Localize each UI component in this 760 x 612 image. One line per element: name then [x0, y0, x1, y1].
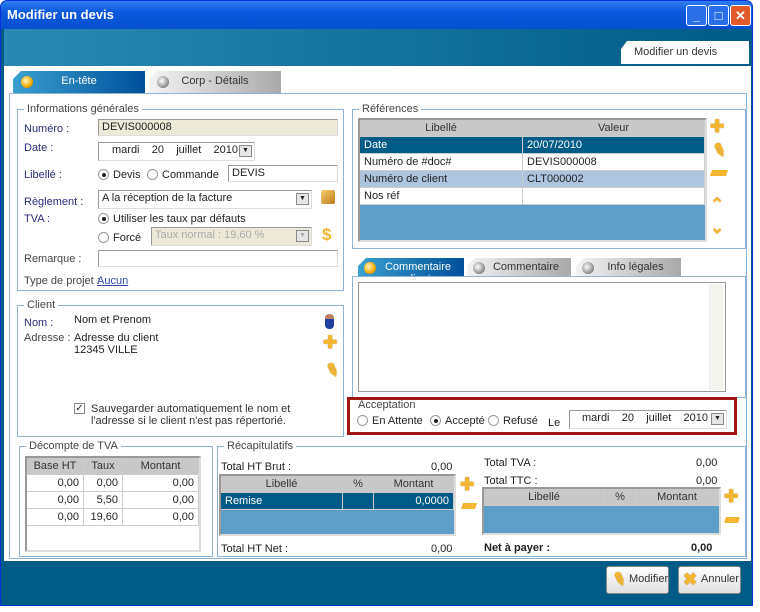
le-label: Le [548, 417, 561, 429]
radio-devis[interactable]: Devis [98, 169, 141, 181]
radio-en-attente[interactable]: En Attente [357, 415, 423, 427]
net-value: 0,00 [431, 543, 453, 555]
recap-legend: Récapitulatifs [227, 440, 294, 452]
remarque-label: Remarque : [24, 253, 82, 265]
save-label-2: l'adresse si le client n'est pas réperto… [91, 415, 286, 427]
numero-label: Numéro : [24, 123, 70, 135]
table-row[interactable]: Date 20/07/2010 [360, 137, 705, 154]
extra-grid: Libellé% Montant [482, 487, 721, 535]
minus-icon[interactable] [709, 170, 729, 176]
total-ttc-value: 0,00 [696, 475, 718, 487]
scrollbar[interactable] [709, 284, 724, 390]
tab-corp-details[interactable]: Corp - Détails [149, 71, 281, 93]
adresse-label: Adresse : [24, 332, 71, 344]
radio-tva-default[interactable]: Utiliser les taux par défauts [98, 213, 246, 225]
numero-field: DEVIS000008 [98, 119, 338, 136]
minus-icon[interactable] [460, 503, 478, 509]
client-address-2: 12345 VILLE [74, 344, 138, 356]
projet-link[interactable]: Aucun [97, 275, 128, 287]
header-tab: Modifier un devis [621, 41, 749, 64]
tva-count-legend: Décompte de TVA [29, 440, 118, 452]
tab-en-tete[interactable]: En-tête [13, 71, 145, 93]
net-payer-value: 0,00 [691, 542, 713, 554]
close-button[interactable]: ✕ [730, 5, 751, 26]
reglement-label: Règlement : [24, 196, 84, 208]
references-grid: Libellé Valeur Date 20/07/2010 Numéro de #… [358, 118, 707, 242]
total-tva-label: Total TVA : [484, 457, 537, 469]
chevron-down-icon[interactable]: ▼ [296, 193, 309, 205]
reglement-select[interactable]: A la réception de la facture ▼ [98, 190, 312, 209]
radio-accepte[interactable]: Accepté [430, 415, 485, 427]
table-row[interactable]: 0,00 5,50 0,00 [27, 492, 199, 509]
plus-icon[interactable]: ✚ [710, 117, 724, 137]
table-row[interactable]: 0,00 19,60 0,00 [27, 509, 199, 526]
net-label: Total HT Net : [221, 543, 289, 555]
libelle-input[interactable]: DEVIS [228, 165, 338, 182]
window-title: Modifier un devis [1, 1, 752, 29]
total-tva-value: 0,00 [696, 457, 718, 469]
acceptation-date-picker[interactable]: mardi 20 juillet 2010 ▼ [569, 410, 727, 429]
table-row[interactable]: Numéro de #doc# DEVIS000008 [360, 154, 705, 171]
comment-textarea[interactable] [358, 282, 726, 392]
total-ttc-label: Total TTC : [484, 475, 538, 487]
table-row[interactable]: Numéro de client CLT000002 [360, 171, 705, 188]
references-legend: Références [362, 103, 419, 115]
remarque-input[interactable] [98, 250, 338, 267]
client-legend: Client [27, 299, 56, 311]
tab-label: En-tête [61, 75, 97, 87]
nom-label: Nom : [24, 317, 54, 329]
radio-tva-force[interactable]: Forcé [98, 232, 141, 244]
minimize-button[interactable]: _ [686, 5, 707, 26]
chevron-down-icon: ▼ [296, 230, 309, 242]
up-arrow-icon[interactable]: ⌃ [710, 195, 724, 215]
plus-icon[interactable]: ✚ [724, 487, 738, 507]
table-row[interactable]: Remise 0,0000 [221, 493, 454, 510]
user-icon[interactable] [325, 314, 334, 329]
modifier-button[interactable]: ✎ Modifier [606, 566, 669, 594]
plus-icon[interactable]: ✚ [460, 475, 474, 495]
chevron-down-icon[interactable]: ▼ [239, 145, 252, 157]
radio-commande[interactable]: Commande [147, 169, 219, 181]
dollar-icon[interactable]: $ [322, 225, 331, 245]
libelle-label: Libellé : [24, 169, 62, 181]
annuler-button[interactable]: ✖ Annuler [678, 566, 741, 594]
plus-icon[interactable]: ✚ [323, 333, 337, 353]
net-payer-label: Net à payer : [484, 542, 551, 554]
radio-refuse[interactable]: Refusé [488, 415, 538, 427]
tab-label: Corp - Détails [181, 75, 249, 87]
client-name: Nom et Prenom [74, 314, 152, 326]
remise-grid: Libellé% Montant Remise 0,0000 [219, 474, 456, 536]
grid-header: Libellé Valeur [360, 120, 705, 137]
box-icon[interactable] [321, 190, 335, 204]
table-row[interactable]: Nos réf [360, 188, 705, 205]
chevron-down-icon[interactable]: ▼ [711, 413, 724, 425]
tva-count-grid: Base HT Taux Montant 0,00 0,00 0,00 0,00 5,50… [25, 456, 201, 552]
cancel-icon: ✖ [683, 570, 698, 589]
tva-forced-select[interactable]: Taux normal : 19,60 % ▼ [151, 227, 312, 246]
window: Modifier un devis _ □ ✕ Modifier un devi… [0, 0, 753, 606]
acceptation-legend: Acceptation [358, 399, 416, 411]
projet-label: Type de projet : [24, 275, 100, 287]
table-row[interactable]: 0,00 0,00 0,00 [27, 475, 199, 492]
save-label-1: Sauvegarder automatiquement le nom et [91, 403, 291, 415]
brut-label: Total HT Brut : [221, 461, 292, 473]
client-address-1: Adresse du client [74, 332, 159, 344]
save-checkbox[interactable]: ✓ [74, 403, 85, 414]
tab-ball-icon [157, 76, 169, 88]
brut-value: 0,00 [431, 461, 453, 473]
pencil-icon: ✎ [609, 568, 630, 591]
tab-ball-icon [21, 76, 33, 88]
date-label: Date : [24, 142, 54, 154]
tab-info-legales[interactable]: Info légales [576, 258, 681, 277]
tab-commentaire-client[interactable]: Commentaire client [358, 258, 464, 277]
info-legend: Informations générales [27, 103, 139, 115]
minus-icon[interactable] [723, 517, 741, 523]
tva-label: TVA : [24, 213, 51, 225]
tab-commentaire-perso[interactable]: Commentaire perso [467, 258, 571, 277]
maximize-button[interactable]: □ [708, 5, 729, 26]
date-picker[interactable]: mardi 20 juillet 2010 ▼ [98, 142, 255, 161]
down-arrow-icon[interactable]: ⌄ [710, 218, 724, 238]
